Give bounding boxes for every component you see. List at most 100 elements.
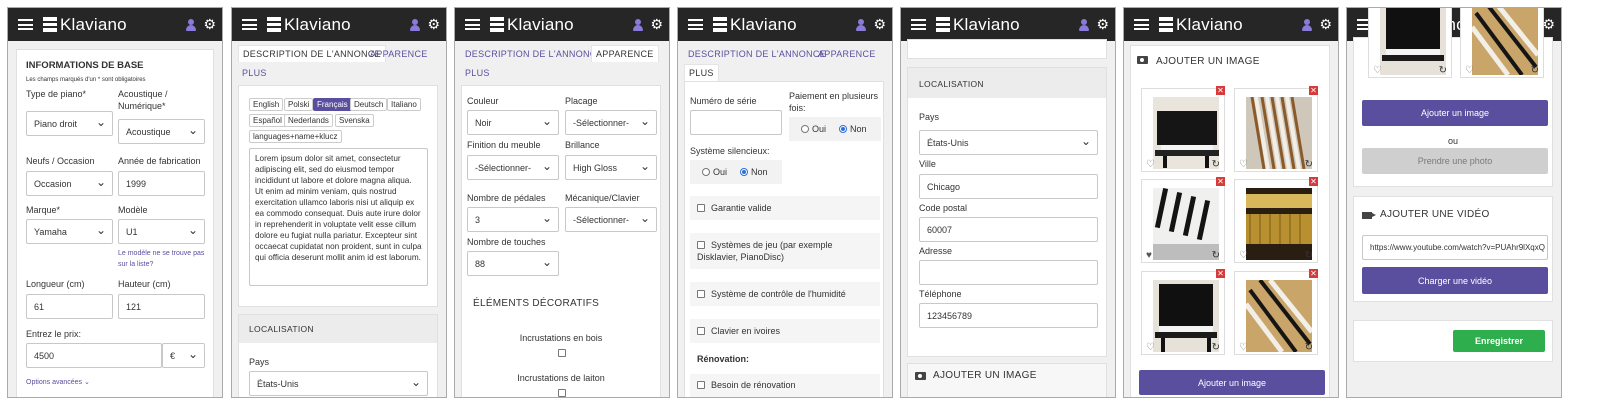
tab-more[interactable]: PLUS: [684, 64, 719, 81]
tab-description[interactable]: DESCRIPTION DE L'ANNONCE: [238, 45, 386, 62]
silent-no-radio[interactable]: [740, 168, 748, 176]
price-input[interactable]: 4500: [26, 343, 162, 368]
gear-icon[interactable]: ⚙: [203, 17, 216, 31]
lang-option[interactable]: English: [249, 98, 284, 111]
needs-renovation-checkbox[interactable]: [697, 381, 705, 389]
humidity-checkbox[interactable]: [697, 290, 705, 298]
logo[interactable]: Klaviano: [713, 15, 797, 35]
inlay-wood-checkbox[interactable]: [558, 349, 566, 357]
lang-option[interactable]: Deutsch: [350, 98, 388, 111]
user-icon[interactable]: [186, 19, 196, 31]
lang-option[interactable]: Nederlands: [284, 114, 333, 127]
gear-icon[interactable]: ⚙: [1319, 17, 1332, 31]
menu-icon[interactable]: [911, 19, 926, 30]
ivory-checkbox[interactable]: [697, 327, 705, 335]
country-select[interactable]: États-Unis: [919, 130, 1098, 155]
menu-icon[interactable]: [242, 19, 257, 30]
silent-yes-radio[interactable]: [702, 168, 710, 176]
remove-image-icon[interactable]: ✕: [1309, 177, 1318, 186]
installments-no-radio[interactable]: [839, 125, 847, 133]
condition-select[interactable]: Occasion: [26, 171, 113, 196]
remove-image-icon[interactable]: ✕: [1216, 86, 1225, 95]
piano-type-select[interactable]: Piano droit: [26, 111, 113, 136]
tab-appearance[interactable]: APPARENCE: [370, 49, 428, 59]
upload-video-button[interactable]: Charger une vidéo: [1362, 267, 1548, 294]
logo[interactable]: Klaviano: [43, 15, 127, 35]
heart-icon[interactable]: ♡: [1146, 160, 1155, 170]
ivory-row[interactable]: Clavier en ivoires: [690, 319, 880, 343]
rotate-icon[interactable]: ↻: [1305, 251, 1313, 261]
rotate-icon[interactable]: ↻: [1305, 343, 1313, 353]
phone-input[interactable]: 123456789: [919, 303, 1098, 328]
remove-image-icon[interactable]: ✕: [1309, 86, 1318, 95]
length-input[interactable]: 61: [26, 294, 113, 319]
logo[interactable]: Klaviano: [1159, 15, 1243, 35]
heart-icon[interactable]: ♡: [1465, 66, 1474, 76]
finish-select[interactable]: -Sélectionner-: [467, 155, 559, 180]
save-button[interactable]: Enregistrer: [1453, 330, 1545, 352]
user-icon[interactable]: [856, 19, 866, 31]
model-select[interactable]: U1: [118, 219, 205, 244]
currency-select[interactable]: €: [162, 343, 205, 368]
height-input[interactable]: 121: [118, 294, 205, 319]
logo[interactable]: Klaviano: [267, 15, 351, 35]
gear-icon[interactable]: ⚙: [1096, 17, 1109, 31]
pedals-select[interactable]: 3: [467, 207, 559, 232]
gear-icon[interactable]: ⚙: [427, 17, 440, 31]
image-thumb[interactable]: ✕ ♡ ↻: [1234, 177, 1318, 263]
inlay-brass-checkbox[interactable]: [558, 389, 566, 397]
heart-icon[interactable]: ♡: [1239, 343, 1248, 353]
year-input[interactable]: 1999: [118, 171, 205, 196]
address-input[interactable]: [919, 260, 1098, 285]
rotate-icon[interactable]: ↻: [1439, 66, 1447, 76]
image-thumb[interactable]: ✕ ♡ ↻: [1234, 269, 1318, 355]
gear-icon[interactable]: ⚙: [1542, 17, 1555, 31]
user-icon[interactable]: [1079, 19, 1089, 31]
tab-description[interactable]: DESCRIPTION DE L'ANNONCE: [465, 49, 603, 59]
rotate-icon[interactable]: ↻: [1531, 66, 1539, 76]
image-thumb[interactable]: ✕ ♡ ↻: [1234, 86, 1318, 172]
lang-option[interactable]: Svenska: [335, 114, 374, 127]
model-missing-link[interactable]: Le modèle ne se trouve pas sur la liste?: [118, 248, 208, 270]
tab-appearance[interactable]: APPARENCE: [591, 45, 659, 62]
add-image-button[interactable]: Ajouter un image: [1362, 100, 1548, 126]
humidity-row[interactable]: Système de contrôle de l'humidité: [690, 282, 880, 306]
city-input[interactable]: Chicago: [919, 174, 1098, 199]
rotate-icon[interactable]: ↻: [1212, 343, 1220, 353]
zip-input[interactable]: 60007: [919, 217, 1098, 242]
gear-icon[interactable]: ⚙: [873, 17, 886, 31]
lang-option[interactable]: Italiano: [387, 98, 421, 111]
mechanics-select[interactable]: -Sélectionner-: [565, 207, 657, 232]
acoustic-select[interactable]: Acoustique: [118, 119, 205, 144]
tab-more[interactable]: PLUS: [242, 68, 267, 78]
tab-appearance[interactable]: APPARENCE: [818, 49, 876, 59]
remove-image-icon[interactable]: ✕: [1216, 177, 1225, 186]
tab-more[interactable]: PLUS: [465, 68, 490, 78]
user-icon[interactable]: [1302, 19, 1312, 31]
rotate-icon[interactable]: ↻: [1212, 251, 1220, 261]
heart-icon[interactable]: ♡: [1239, 251, 1248, 261]
warranty-row[interactable]: Garantie valide: [690, 196, 880, 220]
menu-icon[interactable]: [688, 19, 703, 30]
lang-option-selected[interactable]: Français: [313, 98, 352, 111]
logo[interactable]: Klaviano: [490, 15, 574, 35]
lang-option[interactable]: languages+name+klucz: [249, 130, 342, 143]
heart-icon[interactable]: ♡: [1239, 160, 1248, 170]
video-url-input[interactable]: https://www.youtube.com/watch?v=PUAhr9lX…: [1362, 235, 1548, 260]
remove-image-icon[interactable]: ✕: [1216, 269, 1225, 278]
heart-icon[interactable]: ♡: [1373, 66, 1382, 76]
menu-icon[interactable]: [1134, 19, 1149, 30]
menu-icon[interactable]: [465, 19, 480, 30]
menu-icon[interactable]: [18, 19, 33, 30]
warranty-checkbox[interactable]: [697, 204, 705, 212]
image-thumb[interactable]: ✕ ♡ ↻: [1141, 269, 1225, 355]
player-system-row[interactable]: Systèmes de jeu (par exemple Disklavier,…: [690, 233, 880, 269]
placement-select[interactable]: -Sélectionner-: [565, 110, 657, 135]
gloss-select[interactable]: High Gloss: [565, 155, 657, 180]
remove-image-icon[interactable]: ✕: [1309, 269, 1318, 278]
color-select[interactable]: Noir: [467, 110, 559, 135]
heart-icon[interactable]: ♡: [1146, 343, 1155, 353]
rotate-icon[interactable]: ↻: [1305, 160, 1313, 170]
logo[interactable]: Klaviano: [936, 15, 1020, 35]
description-textarea[interactable]: Lorem ipsum dolor sit amet, consectetur …: [249, 148, 428, 286]
